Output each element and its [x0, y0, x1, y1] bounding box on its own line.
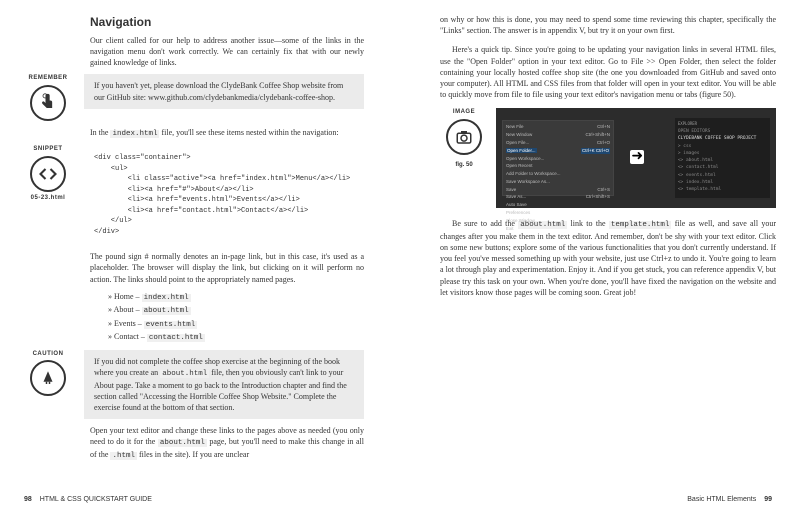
- page-left: Navigation Our client called for our hel…: [0, 0, 400, 515]
- editor-menu: New File Ctrl+N New Window Ctrl+Shift+N …: [502, 120, 614, 196]
- remember-icon: [30, 85, 66, 121]
- figure-block: IMAGE fig. 50 New File Ctrl+N New Window…: [440, 108, 776, 208]
- p2: Here's a quick tip. Since you're going t…: [440, 44, 776, 100]
- list-item: Contact – contact.html: [108, 331, 364, 344]
- arrow-icon: ➜: [630, 150, 644, 164]
- editor-tree: EXPLORER OPEN EDITORS CLYDEBANK COFFEE S…: [675, 118, 770, 198]
- image-label: IMAGE: [453, 108, 475, 116]
- camera-icon: [446, 119, 482, 155]
- caution-label: CAUTION: [33, 350, 64, 358]
- figure-image: New File Ctrl+N New Window Ctrl+Shift+N …: [496, 108, 776, 208]
- caution-badge: CAUTION: [18, 350, 78, 396]
- intro-paragraph: Our client called for our help to addres…: [90, 35, 364, 69]
- list-item: About – about.html: [108, 304, 364, 317]
- pound-paragraph: The pound sign # normally denotes an in-…: [90, 251, 364, 285]
- list-item: Events – events.html: [108, 318, 364, 331]
- footer-right: Basic HTML Elements 99: [687, 495, 772, 505]
- image-badge: IMAGE fig. 50: [440, 108, 488, 169]
- remember-badge: REMEMBER: [18, 74, 78, 120]
- caution-icon: [30, 360, 66, 396]
- snippet-caption: 05-23.html: [31, 194, 66, 202]
- book-title: HTML & CSS QUICKSTART GUIDE: [40, 496, 152, 503]
- list-item: Home – index.html: [108, 291, 364, 304]
- snippet-callout: SNIPPET 05-23.html <div class="container…: [18, 145, 364, 245]
- footer-left: 98 HTML & CSS QUICKSTART GUIDE: [24, 495, 152, 505]
- caution-text: If you did not complete the coffee shop …: [84, 350, 364, 419]
- page-right: on why or how this is done, you may need…: [400, 0, 800, 515]
- snippet-label: SNIPPET: [33, 145, 62, 153]
- section-title: Navigation: [90, 14, 364, 31]
- caution-callout: CAUTION If you did not complete the coff…: [18, 350, 364, 419]
- p1: on why or how this is done, you may need…: [440, 14, 776, 36]
- remember-callout: REMEMBER If you haven't yet, please down…: [18, 74, 364, 120]
- chapter-title: Basic HTML Elements: [687, 496, 756, 503]
- figure-caption: fig. 50: [455, 161, 472, 169]
- closing-paragraph: Open your text editor and change these l…: [90, 425, 364, 461]
- code-snippet: <div class="container"> <ul> <li class="…: [84, 145, 364, 245]
- pre-snippet-text: In the index.html file, you'll see these…: [90, 127, 364, 140]
- page-number: 98: [24, 496, 32, 503]
- remember-text: If you haven't yet, please download the …: [84, 74, 364, 108]
- code-index: index.html: [110, 130, 159, 138]
- file-bullet-list: Home – index.html About – about.html Eve…: [108, 291, 364, 344]
- page-number: 99: [764, 496, 772, 503]
- snippet-badge: SNIPPET 05-23.html: [18, 145, 78, 202]
- snippet-icon: [30, 156, 66, 192]
- remember-label: REMEMBER: [28, 74, 67, 82]
